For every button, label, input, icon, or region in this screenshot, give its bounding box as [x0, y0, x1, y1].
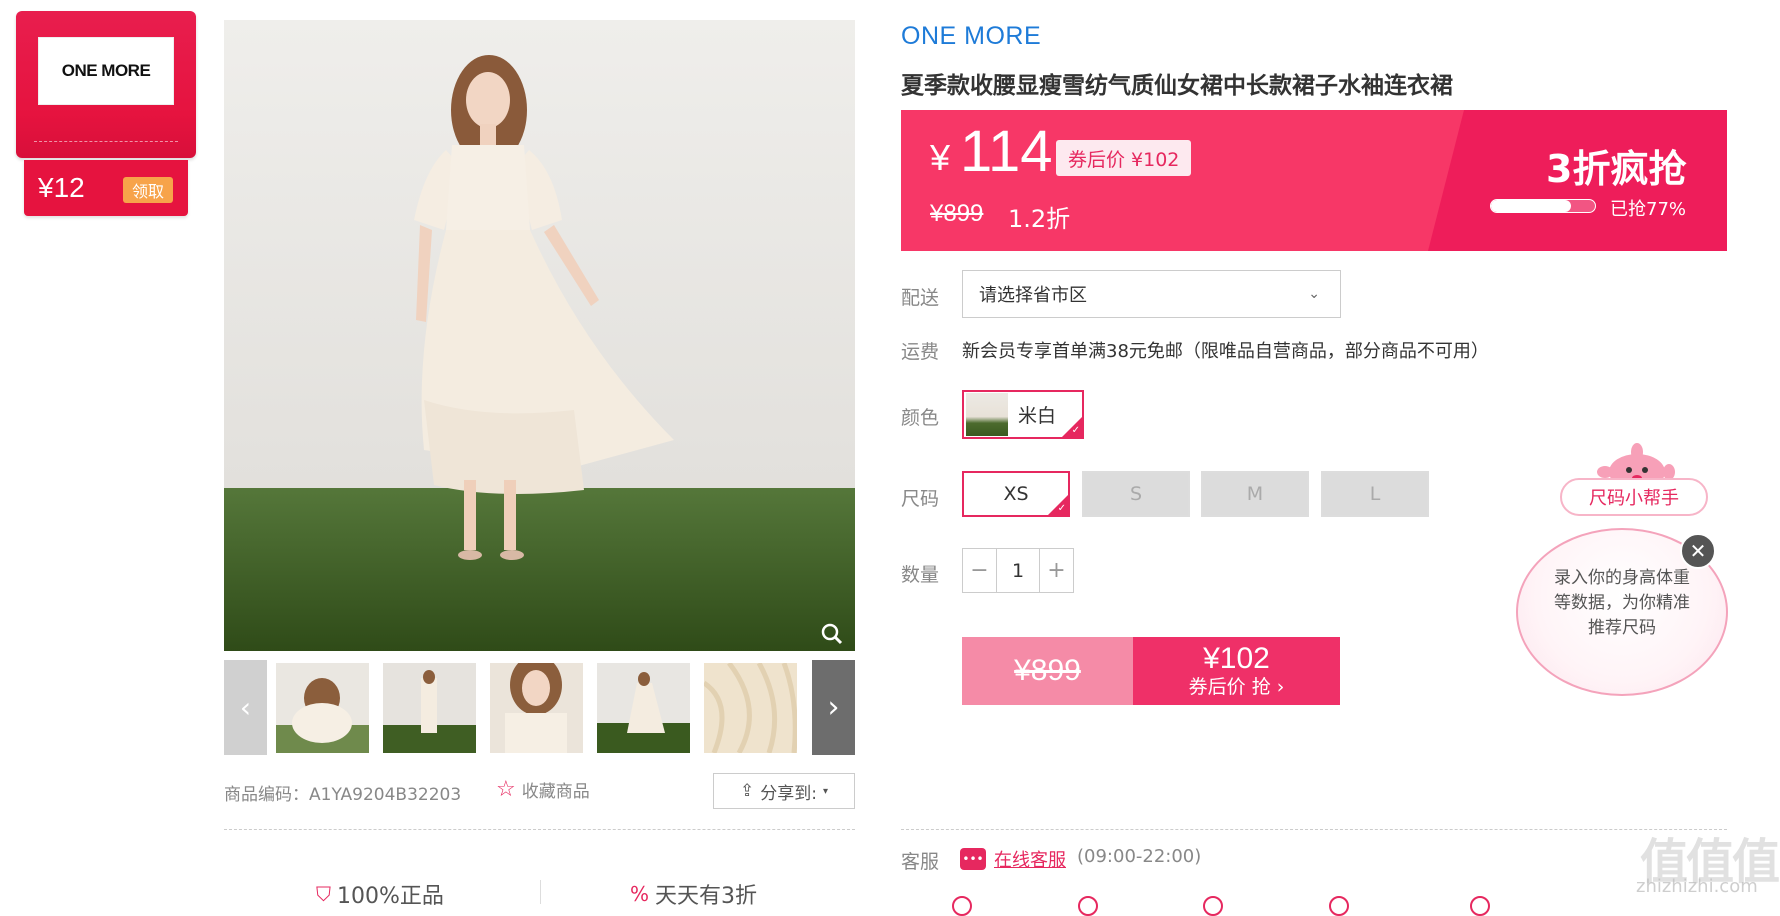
size-helper-button[interactable]: 尺码小帮手	[1560, 478, 1708, 516]
chevron-left-icon: ‹	[239, 691, 252, 724]
original-price: ¥899	[930, 200, 984, 227]
thumb-image-5	[704, 663, 797, 753]
color-option-selected[interactable]: 米白 ✓	[962, 390, 1084, 439]
guarantee-discount: % 天天有3折	[630, 878, 757, 910]
promo-icon	[1329, 896, 1349, 916]
thumb-image-4	[597, 663, 690, 753]
size-helper-text: 录入你的身高体重等数据，为你精准推荐尺码	[1554, 568, 1690, 638]
region-select[interactable]: 请选择省市区 ⌄	[962, 270, 1341, 318]
guarantee-label: 100%正品	[337, 884, 444, 909]
quantity-label: 数量	[901, 564, 940, 586]
check-icon: ✓	[1057, 503, 1066, 514]
size-option-s[interactable]: S	[1082, 471, 1190, 517]
thumb-image-2	[383, 663, 476, 753]
current-price: 114	[960, 119, 1053, 184]
share-icon: ⇪	[739, 781, 755, 801]
coupon-amount: ¥12	[38, 172, 85, 203]
share-button[interactable]: ⇪ 分享到: ▾	[713, 773, 855, 809]
sold-progress-fill	[1491, 200, 1572, 212]
brand-coupon-card[interactable]: ONE MORE	[16, 11, 196, 158]
shield-check-icon: ⛉	[316, 882, 331, 906]
color-option-label: 米白	[1018, 405, 1057, 427]
sold-progress-bar	[1490, 199, 1596, 213]
after-coupon-badge: 券后价 ¥102	[1056, 140, 1192, 176]
share-label: 分享到:	[760, 783, 817, 804]
color-label: 颜色	[901, 407, 940, 429]
price-currency: ¥	[930, 137, 951, 178]
buy-price: ¥102	[1203, 642, 1270, 675]
brand-name[interactable]: ONE MORE	[901, 22, 1041, 51]
check-icon: ✓	[1071, 425, 1080, 436]
card-divider	[34, 141, 178, 142]
thumbnail[interactable]	[490, 663, 583, 753]
size-option-label: XS	[1003, 483, 1029, 505]
star-icon: ☆	[496, 777, 516, 802]
guarantee-authentic: ⛉ 100%正品	[316, 878, 444, 910]
quantity-decrease-button[interactable]: −	[963, 549, 996, 592]
thumb-image-1	[276, 663, 369, 753]
gallery-divider	[224, 829, 855, 830]
quantity-increase-button[interactable]: +	[1040, 549, 1073, 592]
service-divider	[901, 829, 1727, 830]
promo-icon	[952, 896, 972, 916]
quantity-stepper: − 1 +	[962, 548, 1074, 593]
promo-icon	[1203, 896, 1223, 916]
product-title: 夏季款收腰显瘦雪纺气质仙女裙中长款裙子水袖连衣裙	[901, 73, 1453, 99]
online-service-link[interactable]: 在线客服	[994, 846, 1066, 872]
shipping-text: 新会员专享首单满38元免邮（限唯品自营商品，部分商品不可用）	[962, 341, 1489, 362]
percent-icon: %	[630, 882, 650, 906]
watermark-url: zhizhizhi.com	[1636, 876, 1758, 897]
flash-sale-label: 3折疯抢	[1546, 147, 1687, 191]
thumbnail[interactable]	[383, 663, 476, 753]
guarantee-separator	[540, 880, 541, 904]
discount-rate: 1.2折	[1008, 205, 1071, 233]
thumb-image-3	[490, 663, 583, 753]
chevron-down-icon: ⌄	[1308, 286, 1320, 302]
shipping-label: 运费	[901, 341, 940, 363]
sold-percent-text: 已抢77%	[1610, 199, 1687, 220]
thumb-prev-button[interactable]: ‹	[224, 660, 267, 755]
service-label: 客服	[901, 851, 940, 873]
product-code-label: 商品编码：	[224, 785, 309, 805]
size-option-l[interactable]: L	[1321, 471, 1429, 517]
product-code: 商品编码：A1YA9204B32203	[224, 780, 461, 805]
region-select-value: 请选择省市区	[979, 285, 1087, 306]
buy-original-price[interactable]: ¥899	[962, 637, 1133, 705]
thumbnail[interactable]	[704, 663, 797, 753]
thumbnail[interactable]	[276, 663, 369, 753]
size-option-xs[interactable]: XS ✓	[962, 471, 1070, 517]
delivery-label: 配送	[901, 287, 940, 309]
main-product-image[interactable]	[224, 20, 855, 651]
chevron-right-icon: ›	[827, 690, 840, 725]
size-label: 尺码	[901, 488, 940, 510]
quantity-input[interactable]: 1	[996, 549, 1040, 592]
favorite-button[interactable]: ☆ 收藏商品	[496, 777, 590, 802]
guarantee-label: 天天有3折	[655, 884, 758, 909]
color-thumbnail	[966, 393, 1008, 436]
brand-logo: ONE MORE	[38, 37, 174, 105]
thumb-next-button[interactable]: ›	[812, 660, 855, 755]
dress-photo	[224, 20, 855, 651]
caret-down-icon: ▾	[822, 785, 828, 797]
get-coupon-button[interactable]: 领取	[123, 177, 173, 203]
favorite-label: 收藏商品	[521, 782, 590, 802]
chat-icon: •••	[960, 848, 986, 870]
thumbnail[interactable]	[597, 663, 690, 753]
product-code-value: A1YA9204B32203	[309, 785, 462, 805]
buy-action-label: 券后价 抢 ›	[1188, 676, 1285, 698]
service-hours: (09:00-22:00)	[1077, 846, 1202, 867]
close-icon[interactable]: ✕	[1680, 533, 1716, 569]
buy-now-button[interactable]: ¥102 券后价 抢 ›	[1133, 637, 1340, 705]
size-option-m[interactable]: M	[1201, 471, 1309, 517]
promo-icon	[1470, 896, 1490, 916]
promo-icon	[1078, 896, 1098, 916]
